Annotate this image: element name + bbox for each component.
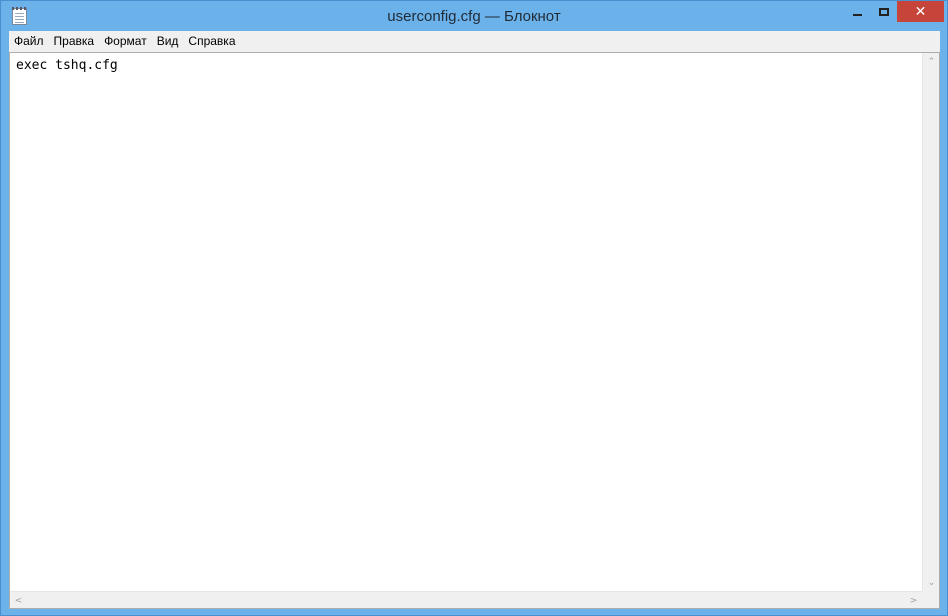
scrollbar-corner	[922, 591, 939, 608]
notepad-window: userconfig.cfg — Блокнот ✕ Файл Правка Ф…	[0, 0, 948, 616]
minimize-icon	[853, 13, 862, 16]
scroll-down-icon[interactable]: ⌄	[923, 574, 940, 591]
scroll-left-icon[interactable]: <	[10, 592, 27, 609]
close-button[interactable]: ✕	[897, 1, 944, 22]
menu-bar: Файл Правка Формат Вид Справка	[9, 31, 940, 52]
menu-view[interactable]: Вид	[152, 31, 184, 52]
text-editor[interactable]: exec tshq.cfg ⌃ ⌄ < >	[9, 52, 940, 609]
horizontal-scrollbar[interactable]: < >	[10, 591, 922, 608]
menu-format[interactable]: Формат	[99, 31, 152, 52]
vertical-scrollbar[interactable]: ⌃ ⌄	[922, 53, 939, 591]
maximize-icon	[879, 7, 889, 16]
scroll-right-icon[interactable]: >	[905, 592, 922, 609]
close-icon: ✕	[914, 3, 927, 20]
editor-content[interactable]: exec tshq.cfg	[16, 58, 118, 73]
menu-help[interactable]: Справка	[183, 31, 240, 52]
minimize-button[interactable]	[844, 1, 871, 22]
menu-file[interactable]: Файл	[9, 31, 49, 52]
title-bar[interactable]: userconfig.cfg — Блокнот ✕	[1, 1, 947, 31]
maximize-button[interactable]	[871, 1, 897, 22]
scroll-up-icon[interactable]: ⌃	[923, 53, 940, 70]
window-title: userconfig.cfg — Блокнот	[387, 8, 561, 25]
menu-edit[interactable]: Правка	[49, 31, 100, 52]
